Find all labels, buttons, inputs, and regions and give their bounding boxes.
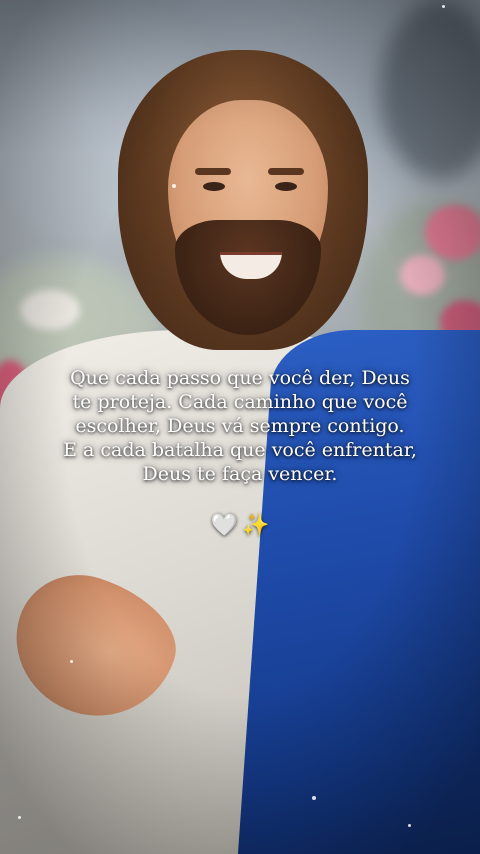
sparkle-dot [442, 5, 445, 8]
quote-line: Deus te faça vencer. [142, 463, 338, 485]
white-heart-icon: 🤍 [210, 513, 238, 538]
sparkle-dot [18, 816, 21, 819]
sparkle-dot [312, 796, 316, 800]
sparkle-dot [70, 660, 73, 663]
sparkles-icon: ✨ [242, 513, 270, 538]
quote-line: escolher, Deus vá sempre contigo. [75, 415, 405, 437]
quote-line: Que cada passo que você der, Deus [70, 367, 410, 389]
sparkle-dot [172, 184, 176, 188]
emoji-row: 🤍 ✨ [0, 511, 480, 541]
sparkle-dot [408, 824, 411, 827]
photo-background: Que cada passo que você der, Deus te pro… [0, 0, 480, 854]
quote-line: E a cada batalha que você enfrentar, [63, 439, 417, 461]
quote-text: Que cada passo que você der, Deus te pro… [40, 366, 440, 486]
quote-line: te proteja. Cada caminho que você [72, 391, 408, 413]
